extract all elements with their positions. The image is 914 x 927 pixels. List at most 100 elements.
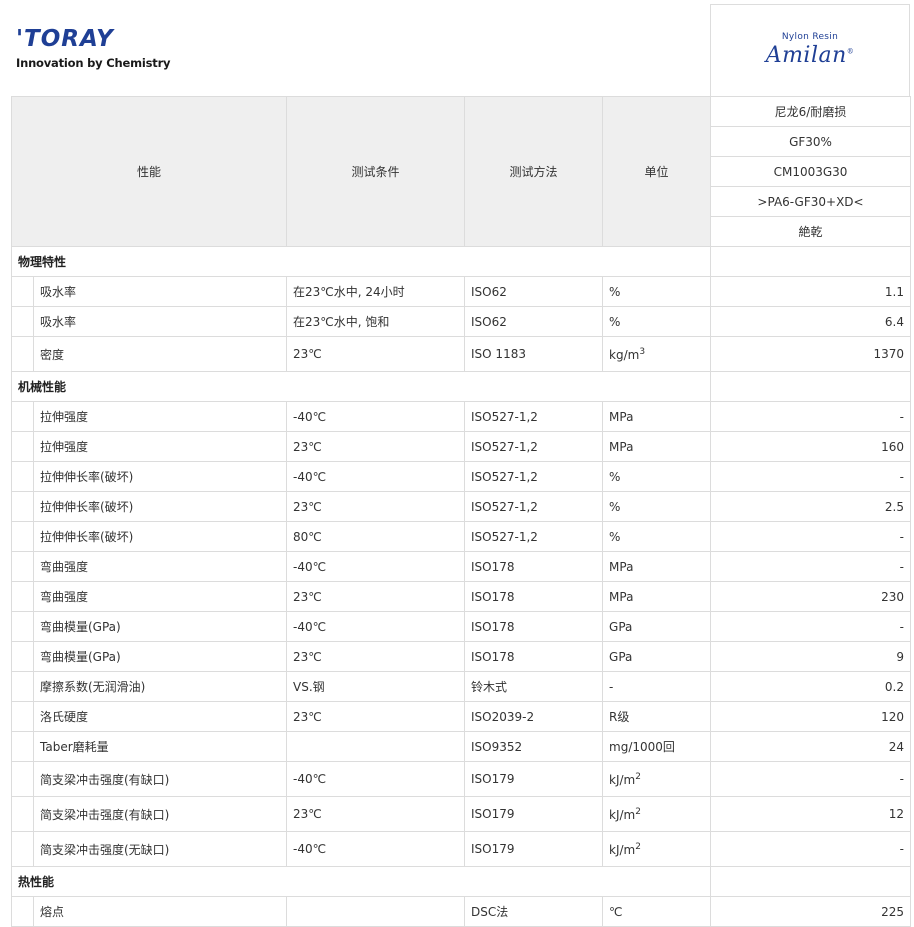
- indent-cell: [11, 306, 34, 337]
- company-tagline: Innovation by Chemistry: [16, 56, 171, 70]
- property-cell: 弯曲模量(GPa): [32, 611, 288, 642]
- unit-text: kJ/m: [609, 772, 636, 787]
- unit-text: kJ/m: [609, 842, 636, 857]
- product-grade: CM1003G30: [710, 156, 912, 187]
- brand-name: Amilan®: [765, 43, 855, 68]
- condition-cell: 23℃: [286, 796, 466, 832]
- table-row: Taber磨耗量 ISO9352 mg/1000回 24: [11, 731, 912, 762]
- indent-cell: [11, 796, 34, 832]
- method-cell: ISO62: [464, 276, 604, 307]
- indent-cell: [11, 641, 34, 672]
- method-cell: ISO178: [464, 581, 604, 612]
- unit-cell: -: [602, 671, 712, 702]
- table-row: 拉伸强度 -40℃ ISO527-1,2 MPa -: [11, 401, 912, 432]
- value-cell: 2.5: [710, 491, 912, 522]
- table-row: 拉伸伸长率(破坏) 23℃ ISO527-1,2% 2.5: [11, 491, 912, 522]
- unit-superscript: 2: [635, 771, 641, 782]
- table-row: 简支梁冲击强度(有缺口) 23℃ ISO179 kJ/m2 12: [11, 796, 912, 832]
- unit-cell: %: [602, 461, 712, 492]
- property-cell: 简支梁冲击强度(有缺口): [32, 761, 288, 797]
- unit-cell: %: [602, 306, 712, 337]
- method-cell: ISO179: [464, 761, 604, 797]
- value-cell: 9: [710, 641, 912, 672]
- value-cell: 1370: [710, 336, 912, 372]
- property-cell: 弯曲模量(GPa): [32, 641, 288, 672]
- table-row: 弯曲强度 -40℃ ISO178 MPa -: [11, 551, 912, 582]
- indent-cell: [11, 581, 34, 612]
- column-header-unit: 单位: [602, 96, 712, 247]
- unit-superscript: 2: [635, 806, 641, 817]
- condition-cell: [286, 731, 466, 762]
- value-cell: 0.2: [710, 671, 912, 702]
- product-type: 尼龙6/耐磨损: [710, 96, 912, 127]
- section-title: 热性能: [10, 866, 712, 897]
- method-cell: ISO178: [464, 611, 604, 642]
- value-cell: 1.1: [710, 276, 912, 307]
- indent-cell: [11, 276, 34, 307]
- method-cell: ISO 1183: [464, 336, 604, 372]
- property-cell: 拉伸强度: [32, 401, 288, 432]
- unit-text: kJ/m: [609, 807, 636, 822]
- condition-cell: 23℃: [286, 581, 466, 612]
- method-cell: ISO527-1,2: [464, 401, 604, 432]
- indent-cell: [11, 551, 34, 582]
- condition-cell: -40℃: [286, 831, 466, 867]
- column-header-property: 性能: [10, 96, 288, 247]
- method-cell: ISO527-1,2: [464, 491, 604, 522]
- condition-cell: 23℃: [286, 431, 466, 462]
- table-row: 简支梁冲击强度(无缺口) -40℃ ISO179 kJ/m2-: [11, 831, 912, 867]
- product-state: 絶乾: [710, 216, 912, 247]
- page-header: 'TORAY Innovation by Chemistry Nylon Res…: [0, 0, 914, 96]
- condition-cell: 23℃: [286, 491, 466, 522]
- unit-cell: GPa: [602, 611, 712, 642]
- section-value-blank: [710, 866, 912, 897]
- brand-logo-box: Nylon Resin Amilan®: [710, 4, 910, 96]
- unit-cell: %: [602, 276, 712, 307]
- table-row: 吸水率 在23℃水中, 24小时 ISO62% 1.1: [11, 276, 912, 307]
- condition-cell: -40℃: [286, 551, 466, 582]
- condition-cell: 23℃: [286, 641, 466, 672]
- condition-cell: -40℃: [286, 761, 466, 797]
- property-cell: 密度: [32, 336, 288, 372]
- value-cell: 120: [710, 701, 912, 732]
- method-cell: ISO178: [464, 551, 604, 582]
- value-cell: -: [710, 521, 912, 552]
- property-cell: 拉伸伸长率(破坏): [32, 461, 288, 492]
- value-cell: 12: [710, 796, 912, 832]
- method-cell: ISO527-1,2: [464, 431, 604, 462]
- indent-cell: [11, 896, 34, 927]
- unit-text: kg/m: [609, 347, 640, 362]
- product-code: >PA6-GF30+XD<: [710, 186, 912, 217]
- method-cell: ISO178: [464, 641, 604, 672]
- table-row: 拉伸强度 23℃ ISO527-1,2 MPa 160: [11, 431, 912, 462]
- brand-subtitle: Nylon Resin: [781, 32, 839, 42]
- section-row: 物理特性: [10, 246, 912, 277]
- indent-cell: [11, 671, 34, 702]
- section-value-blank: [710, 246, 912, 277]
- method-cell: DSC法: [464, 896, 604, 927]
- unit-superscript: 2: [635, 841, 641, 852]
- value-cell: -: [710, 401, 912, 432]
- indent-cell: [11, 701, 34, 732]
- value-cell: 230: [710, 581, 912, 612]
- table-row: 弯曲强度 23℃ ISO178 MPa 230: [11, 581, 912, 612]
- unit-cell: kg/m3: [602, 336, 712, 372]
- indent-cell: [11, 336, 34, 372]
- table-row: 简支梁冲击强度(有缺口) -40℃ ISO179 kJ/m2 -: [11, 761, 912, 797]
- property-cell: 吸水率: [32, 306, 288, 337]
- value-cell: 160: [710, 431, 912, 462]
- indent-cell: [11, 611, 34, 642]
- unit-cell: GPa: [602, 641, 712, 672]
- column-header-condition: 测试条件: [286, 96, 466, 247]
- value-cell: -: [710, 461, 912, 492]
- value-cell: -: [710, 761, 912, 797]
- indent-cell: [11, 431, 34, 462]
- indent-cell: [11, 731, 34, 762]
- section-title: 物理特性: [10, 246, 712, 277]
- property-cell: 摩擦系数(无润滑油): [32, 671, 288, 702]
- property-cell: 弯曲强度: [32, 581, 288, 612]
- property-cell: 弯曲强度: [32, 551, 288, 582]
- column-header-method: 测试方法: [464, 96, 604, 247]
- method-cell: ISO179: [464, 831, 604, 867]
- method-cell: 铃木式: [464, 671, 604, 702]
